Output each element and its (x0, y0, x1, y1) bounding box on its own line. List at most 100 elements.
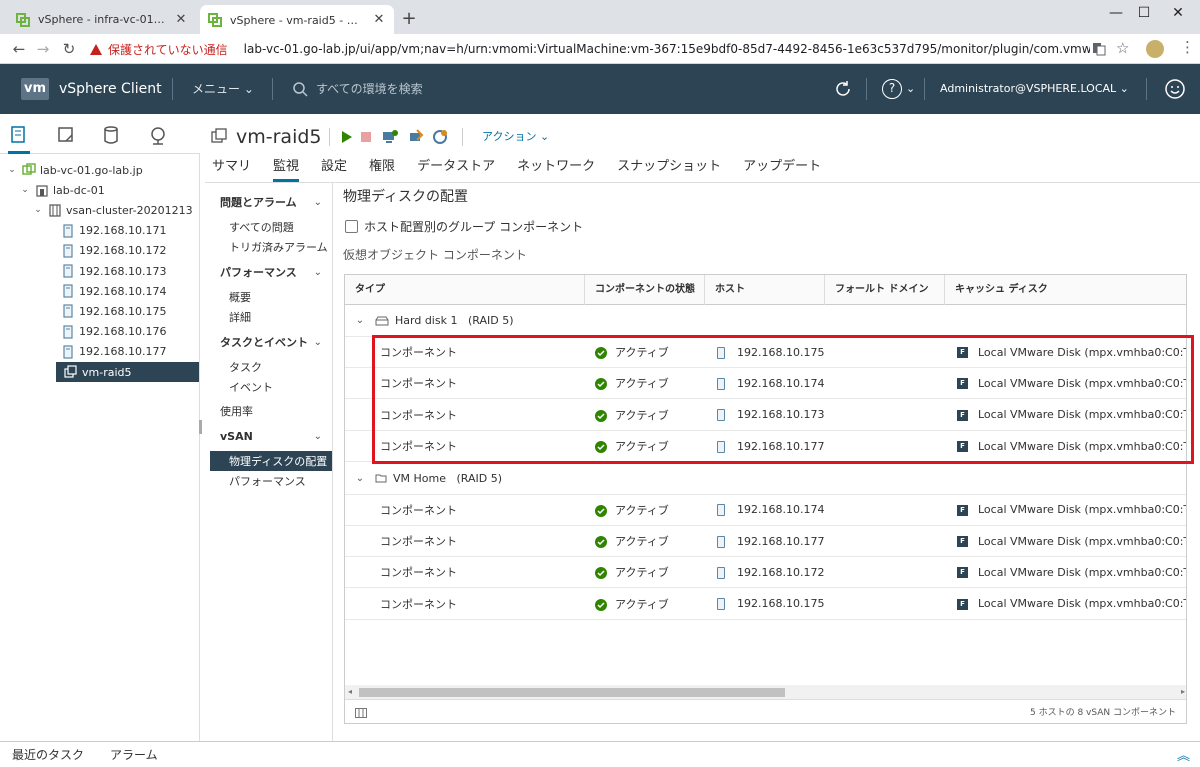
alarms-tab[interactable]: アラーム (110, 746, 158, 763)
table-row[interactable]: コンポーネント アクティブ 192.168.10.174 F Local VMware … (345, 495, 1186, 526)
bookmark-star-icon[interactable]: ☆ (1116, 39, 1129, 57)
subnav-item[interactable]: 概要 (205, 287, 332, 307)
chevron-down-icon[interactable]: ⌄ (19, 185, 31, 195)
tree-node[interactable]: 192.168.10.174 (0, 281, 199, 301)
tab-2[interactable]: 設定 (321, 154, 347, 180)
group-row[interactable]: ⌄ Hard disk 1 (RAID 5) (345, 305, 1186, 337)
subnav-group[interactable]: 問題とアラーム ⌄ (205, 191, 332, 213)
tree-node[interactable]: ⌄ vsan-cluster-20201213 (0, 200, 199, 220)
subnav-item[interactable]: すべての問題 (205, 217, 332, 237)
tab-4[interactable]: データストア (417, 154, 495, 180)
tab-3[interactable]: 権限 (369, 154, 395, 180)
actions-dropdown[interactable]: アクション ⌄ (482, 128, 549, 146)
group-row[interactable]: ⌄ VM Home (RAID 5) (345, 463, 1186, 495)
column-header[interactable]: コンポーネントの状態 (585, 275, 705, 305)
global-search-input[interactable]: すべての環境を検索 (316, 78, 423, 100)
refresh-icon[interactable] (833, 79, 853, 99)
browser-tab-infra[interactable]: vSphere - infra-vc-01.go-lab.jp - ✕ (8, 5, 196, 34)
tab-0[interactable]: サマリ (212, 154, 251, 180)
migrate-icon[interactable] (408, 129, 424, 145)
table-row[interactable]: コンポーネント アクティブ 192.168.10.175 F Local VMware … (345, 589, 1186, 620)
chevron-down-icon: ⌄ (1119, 82, 1129, 95)
help-icon[interactable]: ? (882, 79, 902, 99)
subnav-item-usage[interactable]: 使用率 (205, 401, 332, 421)
tree-node[interactable]: vm-raid5 (56, 362, 199, 382)
smiley-feedback-icon[interactable] (1164, 78, 1186, 100)
browser-menu-icon[interactable]: ⋮ (1180, 38, 1195, 56)
subnav-group-vsan[interactable]: vSAN ⌄ (205, 425, 332, 447)
reload-icon[interactable]: ↻ (58, 38, 80, 60)
chevron-down-icon[interactable]: ⌄ (6, 165, 18, 175)
power-on-icon[interactable] (338, 129, 354, 145)
snapshot-icon[interactable] (432, 129, 448, 145)
subnav-group[interactable]: パフォーマンス ⌄ (205, 261, 332, 283)
tree-node[interactable]: 192.168.10.172 (0, 241, 199, 261)
highlight-box (372, 335, 1194, 464)
scroll-left-icon[interactable]: ◂ (348, 685, 352, 699)
tab-5[interactable]: ネットワーク (517, 154, 595, 180)
back-arrow-icon[interactable]: ← (8, 38, 30, 60)
column-toggle-icon[interactable] (355, 708, 367, 718)
tree-node[interactable]: ⌄ lab-vc-01.go-lab.jp (0, 160, 199, 180)
table-row[interactable]: コンポーネント アクティブ 192.168.10.172 F Local VMware … (345, 557, 1186, 589)
expand-panel-icon[interactable]: ︽ (1177, 745, 1190, 764)
column-header[interactable]: フォールト ドメイン (825, 275, 945, 305)
host-icon (63, 284, 73, 298)
console-icon[interactable] (382, 129, 398, 145)
close-tab-icon[interactable]: ✕ (372, 12, 386, 27)
hosts-clusters-icon[interactable] (9, 125, 29, 145)
column-header[interactable]: ホスト (705, 275, 825, 305)
tree-node[interactable]: ⌄ lab-dc-01 (0, 180, 199, 200)
chevron-down-icon[interactable]: ⌄ (345, 473, 375, 484)
networking-icon[interactable] (148, 125, 168, 145)
chevron-down-icon[interactable]: ⌄ (345, 315, 375, 326)
vcenter-icon (22, 163, 36, 175)
subnav-item[interactable]: タスク (205, 357, 332, 377)
cell-state: アクティブ (585, 596, 705, 612)
folder-icon (375, 474, 387, 483)
subnav-item[interactable]: イベント (205, 377, 332, 397)
forward-arrow-icon[interactable]: → (32, 38, 54, 60)
tab-7[interactable]: アップデート (743, 154, 821, 180)
browser-tab-vm-raid5[interactable]: vSphere - vm-raid5 - 物理ディスク ✕ (200, 5, 394, 34)
url-field[interactable]: 保護されていない通信 lab-vc-01.go-lab.jp/ui/app/vm… (90, 37, 1090, 61)
storage-icon[interactable] (101, 125, 121, 145)
subnav-item[interactable]: パフォーマンス (205, 471, 332, 491)
vms-templates-icon[interactable] (56, 125, 76, 145)
chevron-down-icon[interactable]: ⌄ (32, 205, 44, 215)
table-row[interactable]: コンポーネント アクティブ 192.168.10.177 F Local VMware … (345, 526, 1186, 557)
chevron-down-icon: ⌄ (313, 196, 322, 208)
insecure-warning[interactable]: 保護されていない通信 (90, 41, 228, 58)
tab-6[interactable]: スナップショット (617, 154, 721, 180)
cell-cache-disk: FLocal VMware Disk (mpx.vmhba0:C0:T1:L0) (945, 535, 1186, 548)
checkbox-box[interactable] (345, 220, 358, 233)
menu-dropdown[interactable]: メニュー ⌄ (192, 78, 254, 100)
close-tab-icon[interactable]: ✕ (174, 12, 188, 27)
subnav-item[interactable]: トリガ済みアラーム (205, 237, 332, 257)
group-by-host-checkbox[interactable]: ホスト配置別のグループ コンポーネント (345, 218, 583, 235)
tree-node[interactable]: 192.168.10.176 (0, 322, 199, 342)
tree-node-label: vsan-cluster-20201213 (66, 203, 193, 217)
translate-icon[interactable] (1092, 42, 1106, 56)
pane-splitter-handle[interactable] (199, 420, 202, 434)
column-header[interactable]: キャッシュ ディスク (945, 275, 1186, 305)
subnav-item[interactable]: 物理ディスクの配置 (210, 451, 332, 471)
chevron-down-icon[interactable]: ⌄ (906, 78, 915, 100)
power-off-icon[interactable] (358, 129, 374, 145)
scrollbar-thumb[interactable] (359, 688, 785, 697)
tree-node[interactable]: 192.168.10.177 (0, 342, 199, 362)
tab-1[interactable]: 監視 (273, 154, 300, 182)
tree-node[interactable]: 192.168.10.171 (0, 221, 199, 241)
scroll-right-icon[interactable]: ▸ (1181, 685, 1185, 699)
close-window-button[interactable]: ✕ (1158, 2, 1198, 26)
profile-avatar[interactable] (1146, 40, 1164, 58)
tree-node[interactable]: 192.168.10.175 (0, 301, 199, 321)
user-menu[interactable]: Administrator@VSPHERE.LOCAL ⌄ (940, 78, 1129, 100)
subnav-item[interactable]: 詳細 (205, 307, 332, 327)
column-header[interactable]: タイプ (345, 275, 585, 305)
recent-tasks-tab[interactable]: 最近のタスク (12, 746, 84, 763)
tree-node[interactable]: 192.168.10.173 (0, 261, 199, 281)
subnav-group[interactable]: タスクとイベント ⌄ (205, 331, 332, 353)
tree-node-label: 192.168.10.172 (79, 244, 167, 258)
new-tab-button[interactable]: + (398, 8, 420, 30)
